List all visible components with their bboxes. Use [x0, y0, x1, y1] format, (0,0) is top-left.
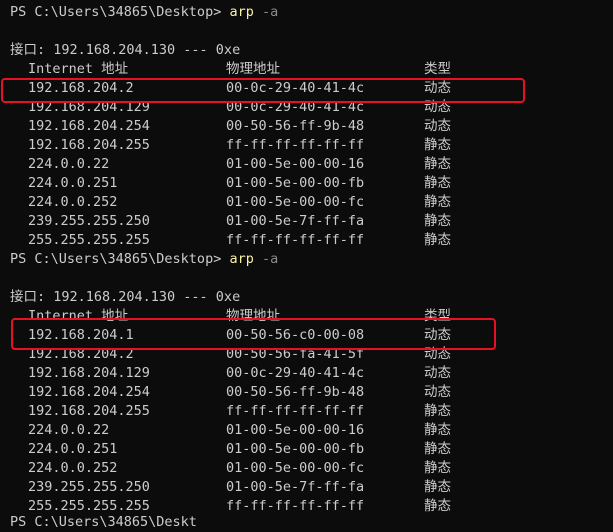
command-flag: -a — [253, 251, 279, 267]
mac-address-cell: 01-00-5e-7f-ff-fa — [226, 213, 365, 229]
command-text: arp — [229, 251, 254, 267]
arp-table-row: 224.0.0.251 01-00-5e-00-00-fb 静态 — [10, 440, 600, 459]
ip-address-cell: 224.0.0.22 — [28, 422, 110, 438]
arp-table-row: 224.0.0.252 01-00-5e-00-00-fc 静态 — [10, 459, 600, 478]
arp-table-row: 224.0.0.22 01-00-5e-00-00-16 静态 — [10, 155, 600, 174]
mac-address-cell: ff-ff-ff-ff-ff-ff — [226, 232, 365, 248]
ip-address-cell: 224.0.0.22 — [28, 156, 110, 172]
type-cell: 静态 — [424, 479, 451, 495]
type-cell: 静态 — [424, 232, 451, 248]
ip-address-cell: 192.168.204.255 — [28, 403, 150, 419]
arp-table-row: 192.168.204.2 00-0c-29-40-41-4c 动态 — [10, 79, 600, 98]
ip-address-cell: 224.0.0.251 — [28, 441, 118, 457]
arp-table-row: 239.255.255.250 01-00-5e-7f-ff-fa 静态 — [10, 212, 600, 231]
prompt-text: PS C:\Users\34865\Desktop> — [10, 4, 230, 20]
arp-table-row: 224.0.0.252 01-00-5e-00-00-fc 静态 — [10, 193, 600, 212]
type-cell: 动态 — [424, 99, 451, 115]
arp-table-row: 224.0.0.251 01-00-5e-00-00-fb 静态 — [10, 174, 600, 193]
bottom-prompt-line: PS C:\Users\34865\Deskt — [10, 514, 197, 530]
ip-address-cell: 192.168.204.1 — [28, 327, 134, 343]
ip-address-cell: 224.0.0.251 — [28, 175, 118, 191]
arp-table-row: 192.168.204.255 ff-ff-ff-ff-ff-ff 静态 — [10, 136, 600, 155]
type-cell: 动态 — [424, 80, 451, 96]
arp-table-row: 192.168.204.254 00-50-56-ff-9b-48 动态 — [10, 117, 600, 136]
type-cell: 静态 — [424, 137, 451, 153]
prompt-line-2: PS C:\Users\34865\Desktop> arp -a — [10, 250, 278, 269]
prompt-text: PS C:\Users\34865\Desktop> — [10, 251, 230, 267]
arp-table-row: 192.168.204.255 ff-ff-ff-ff-ff-ff 静态 — [10, 402, 600, 421]
table-header-2: Internet 地址 物理地址 类型 — [10, 307, 600, 326]
arp-table-row: 255.255.255.255 ff-ff-ff-ff-ff-ff 静态 — [10, 231, 600, 250]
mac-address-cell: ff-ff-ff-ff-ff-ff — [226, 137, 365, 153]
type-cell: 静态 — [424, 156, 451, 172]
arp-table-row: 192.168.204.129 00-0c-29-40-41-4c 动态 — [10, 98, 600, 117]
mac-address-cell: 00-50-56-fa-41-5f — [226, 346, 365, 362]
arp-table-row: 192.168.204.2 00-50-56-fa-41-5f 动态 — [10, 345, 600, 364]
header-internet-address: Internet 地址 — [28, 308, 129, 324]
type-cell: 动态 — [424, 365, 451, 381]
mac-address-cell: 00-50-56-c0-00-08 — [226, 327, 365, 343]
type-cell: 静态 — [424, 441, 451, 457]
command-flag: -a — [253, 4, 279, 20]
mac-address-cell: 01-00-5e-00-00-fc — [226, 194, 365, 210]
mac-address-cell: 01-00-5e-7f-ff-fa — [226, 479, 365, 495]
type-cell: 动态 — [424, 384, 451, 400]
mac-address-cell: ff-ff-ff-ff-ff-ff — [226, 498, 365, 514]
ip-address-cell: 192.168.204.2 — [28, 346, 134, 362]
header-internet-address: Internet 地址 — [28, 61, 129, 77]
interface-line-1: 接口: 192.168.204.130 --- 0xe — [10, 42, 241, 58]
ip-address-cell: 192.168.204.2 — [28, 80, 134, 96]
ip-address-cell: 239.255.255.250 — [28, 213, 150, 229]
mac-address-cell: 01-00-5e-00-00-16 — [226, 156, 365, 172]
header-type: 类型 — [424, 61, 451, 77]
type-cell: 静态 — [424, 403, 451, 419]
mac-address-cell: 00-50-56-ff-9b-48 — [226, 118, 365, 134]
mac-address-cell: ff-ff-ff-ff-ff-ff — [226, 403, 365, 419]
ip-address-cell: 239.255.255.250 — [28, 479, 150, 495]
type-cell: 动态 — [424, 118, 451, 134]
arp-table-row: 239.255.255.250 01-00-5e-7f-ff-fa 静态 — [10, 478, 600, 497]
ip-address-cell: 192.168.204.129 — [28, 365, 150, 381]
mac-address-cell: 01-00-5e-00-00-fb — [226, 441, 365, 457]
mac-address-cell: 01-00-5e-00-00-16 — [226, 422, 365, 438]
type-cell: 静态 — [424, 194, 451, 210]
prompt-line-1: PS C:\Users\34865\Desktop> arp -a — [10, 3, 278, 22]
header-type: 类型 — [424, 308, 451, 324]
ip-address-cell: 192.168.204.254 — [28, 384, 150, 400]
arp-table-row: 192.168.204.1 00-50-56-c0-00-08 动态 — [10, 326, 600, 345]
arp-table-row: 192.168.204.129 00-0c-29-40-41-4c 动态 — [10, 364, 600, 383]
arp-table-row: 192.168.204.254 00-50-56-ff-9b-48 动态 — [10, 383, 600, 402]
type-cell: 静态 — [424, 175, 451, 191]
type-cell: 动态 — [424, 346, 451, 362]
ip-address-cell: 255.255.255.255 — [28, 232, 150, 248]
ip-address-cell: 224.0.0.252 — [28, 460, 118, 476]
arp-table-row: 224.0.0.22 01-00-5e-00-00-16 静态 — [10, 421, 600, 440]
type-cell: 静态 — [424, 460, 451, 476]
mac-address-cell: 01-00-5e-00-00-fb — [226, 175, 365, 191]
type-cell: 动态 — [424, 327, 451, 343]
mac-address-cell: 00-0c-29-40-41-4c — [226, 99, 365, 115]
ip-address-cell: 192.168.204.255 — [28, 137, 150, 153]
mac-address-cell: 00-0c-29-40-41-4c — [226, 365, 365, 381]
ip-address-cell: 192.168.204.129 — [28, 99, 150, 115]
ip-address-cell: 224.0.0.252 — [28, 194, 118, 210]
header-physical-address: 物理地址 — [226, 308, 280, 324]
mac-address-cell: 00-0c-29-40-41-4c — [226, 80, 365, 96]
interface-line-2: 接口: 192.168.204.130 --- 0xe — [10, 289, 241, 305]
ip-address-cell: 192.168.204.254 — [28, 118, 150, 134]
type-cell: 静态 — [424, 213, 451, 229]
type-cell: 静态 — [424, 498, 451, 514]
header-physical-address: 物理地址 — [226, 61, 280, 77]
command-text: arp — [229, 4, 254, 20]
type-cell: 静态 — [424, 422, 451, 438]
mac-address-cell: 01-00-5e-00-00-fc — [226, 460, 365, 476]
mac-address-cell: 00-50-56-ff-9b-48 — [226, 384, 365, 400]
terminal-window[interactable]: PS C:\Users\34865\Desktop> arp -a 接口: 19… — [0, 0, 613, 530]
table-header-1: Internet 地址 物理地址 类型 — [10, 60, 600, 79]
